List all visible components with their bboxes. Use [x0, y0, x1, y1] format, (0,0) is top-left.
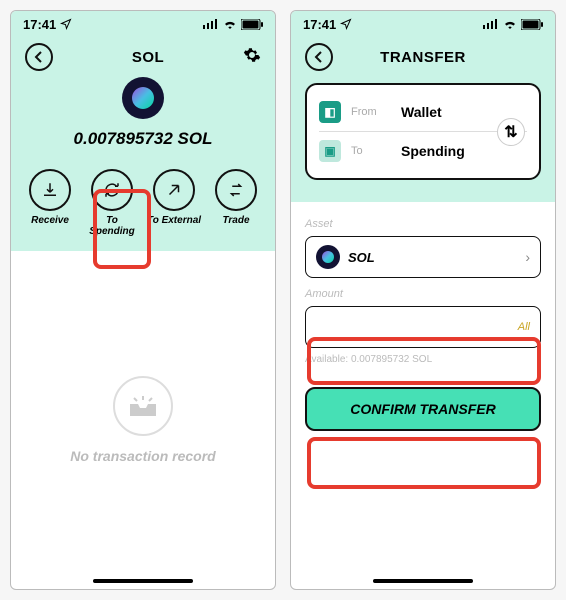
status-bar: 17:41 — [291, 11, 555, 37]
page-title: SOL — [53, 49, 243, 66]
transfer-card: ◧ From Wallet ▣ To Spending ⇅ — [305, 83, 541, 180]
amount-label: Amount — [305, 288, 541, 300]
highlight-confirm — [307, 437, 541, 489]
amount-field-container: All — [305, 306, 541, 348]
asset-select[interactable]: SOL › — [305, 236, 541, 278]
transfer-screen: 17:41 TRANSFER ◧ From Wallet — [290, 10, 556, 590]
signal-icon — [483, 19, 499, 29]
sol-logo-icon — [316, 245, 340, 269]
asset-value: SOL — [348, 250, 375, 265]
spending-badge-icon: ▣ — [319, 140, 341, 162]
back-button[interactable] — [305, 43, 333, 71]
receive-label: Receive — [31, 215, 69, 226]
to-row: ▣ To Spending — [319, 134, 527, 168]
confirm-label: CONFIRM TRANSFER — [350, 401, 495, 417]
gear-icon — [243, 46, 261, 64]
to-value: Spending — [401, 143, 465, 159]
status-bar: 17:41 — [11, 11, 275, 37]
home-indicator — [373, 579, 473, 583]
status-icons — [203, 19, 263, 30]
to-spending-label: To Spending — [84, 215, 140, 237]
to-external-label: To External — [147, 215, 201, 226]
signal-icon — [203, 19, 219, 29]
sol-logo-icon — [122, 77, 164, 119]
wifi-icon — [223, 19, 237, 29]
back-button[interactable] — [25, 43, 53, 71]
location-icon — [340, 18, 352, 30]
page-title: TRANSFER — [333, 49, 513, 66]
from-label: From — [351, 106, 391, 118]
status-icons — [483, 19, 543, 30]
receive-button[interactable]: Receive — [22, 169, 78, 237]
battery-icon — [521, 19, 543, 30]
download-icon — [41, 181, 59, 199]
home-indicator — [93, 579, 193, 583]
header: SOL — [11, 37, 275, 77]
balance-value: 0.007895732 SOL — [74, 129, 213, 149]
chevron-left-icon — [34, 51, 44, 63]
chevron-left-icon — [314, 51, 324, 63]
arrow-up-right-icon — [165, 181, 183, 199]
status-time: 17:41 — [23, 17, 56, 32]
refresh-icon — [103, 181, 121, 199]
all-button[interactable]: All — [518, 321, 530, 333]
available-text: Available: 0.007895732 SOL — [305, 354, 541, 365]
from-value: Wallet — [401, 104, 442, 120]
wifi-icon — [503, 19, 517, 29]
swap-direction-button[interactable]: ⇅ — [497, 118, 525, 146]
settings-button[interactable] — [243, 46, 261, 69]
to-external-button[interactable]: To External — [146, 169, 202, 237]
location-icon — [60, 18, 72, 30]
divider — [319, 131, 527, 132]
confirm-transfer-button[interactable]: CONFIRM TRANSFER — [305, 387, 541, 431]
to-label: To — [351, 145, 391, 157]
trade-button[interactable]: Trade — [208, 169, 264, 237]
actions-row: Receive To Spending To External Trade — [11, 163, 275, 251]
to-spending-button[interactable]: To Spending — [84, 169, 140, 237]
status-time: 17:41 — [303, 17, 336, 32]
chevron-right-icon: › — [525, 249, 530, 265]
balance-area: 0.007895732 SOL — [11, 77, 275, 163]
swap-vertical-icon: ⇅ — [504, 122, 517, 142]
trade-label: Trade — [222, 215, 249, 226]
empty-transactions-text: No transaction record — [70, 448, 215, 464]
inbox-empty-icon — [113, 376, 173, 436]
transfer-form: Asset SOL › Amount All Available: 0.0078… — [291, 202, 555, 431]
battery-icon — [241, 19, 263, 30]
transactions-area: No transaction record — [11, 251, 275, 589]
amount-input[interactable] — [316, 319, 518, 336]
wallet-badge-icon: ◧ — [319, 101, 341, 123]
header: TRANSFER — [291, 37, 555, 77]
swap-icon — [227, 181, 245, 199]
asset-label: Asset — [305, 218, 541, 230]
from-row: ◧ From Wallet — [319, 95, 527, 129]
wallet-screen: 17:41 SOL 0.007895732 SOL — [10, 10, 276, 590]
